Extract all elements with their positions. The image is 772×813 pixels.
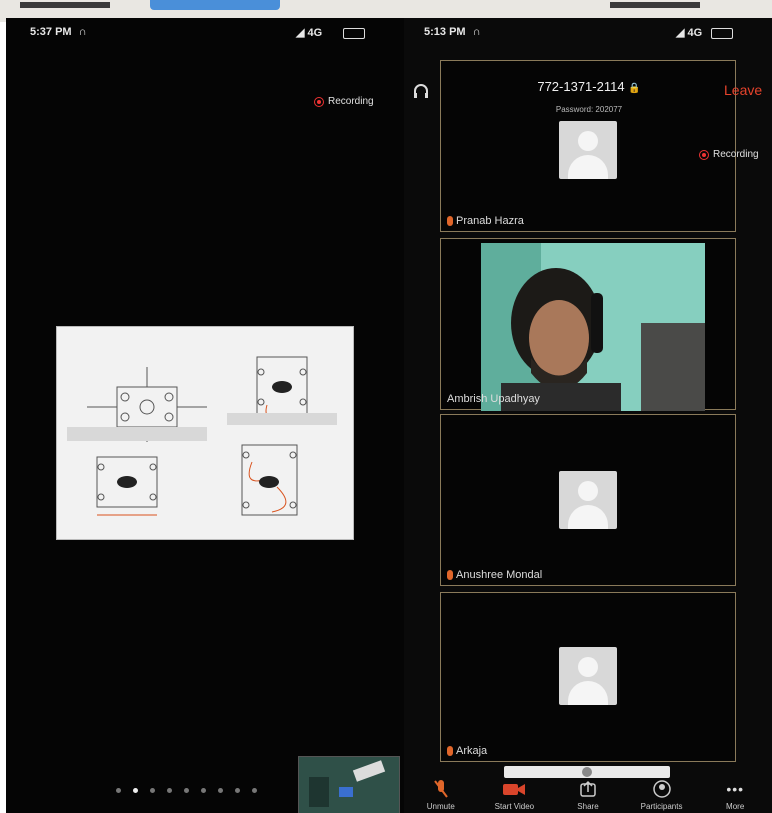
- muted-mic-icon: [447, 570, 453, 580]
- self-video-image: [299, 757, 399, 813]
- participant-name-text: Pranab Hazra: [456, 215, 524, 227]
- left-phone-screen: 5:37 PM ∩ ◢ 4G Recording: [6, 18, 404, 813]
- more-label: More: [726, 802, 745, 811]
- participant-name: Ambrish Upadhyay: [447, 393, 540, 405]
- status-time: 5:13 PM: [424, 26, 466, 38]
- recording-indicator: Recording: [314, 96, 374, 107]
- status-bar: 5:37 PM ∩: [30, 26, 87, 38]
- status-bar: 5:13 PM ∩: [424, 26, 481, 38]
- status-time: 5:37 PM: [30, 26, 72, 38]
- participant-name: Pranab Hazra: [447, 215, 524, 227]
- headphone-icon: ∩: [472, 26, 481, 38]
- muted-mic-icon: [447, 746, 453, 756]
- meeting-id-text: 772-1371-2114: [537, 79, 625, 94]
- recording-label: Recording: [328, 96, 374, 107]
- participant-tile[interactable]: 772-1371-2114 🔒 Password: 202077 Recordi…: [440, 60, 759, 232]
- recording-icon: [314, 96, 324, 107]
- video-off-icon: [502, 779, 526, 799]
- leave-button[interactable]: Leave: [724, 82, 762, 98]
- avatar-placeholder: [559, 121, 617, 179]
- unmute-button[interactable]: Unmute: [411, 779, 471, 811]
- meeting-id: 772-1371-2114 🔒: [441, 79, 737, 94]
- strip-mark: [20, 2, 110, 8]
- share-button[interactable]: Share: [558, 779, 618, 811]
- recording-indicator: Recording: [699, 149, 759, 160]
- signal-icon: ◢: [296, 27, 305, 39]
- meeting-toolbar: Unmute Start Video Share Participants ••…: [404, 770, 772, 813]
- share-label: Share: [577, 802, 599, 811]
- participant-name-text: Anushree Mondal: [456, 569, 543, 581]
- shared-screen-slide: [56, 326, 354, 540]
- muted-mic-icon: [433, 779, 448, 799]
- unmute-label: Unmute: [426, 802, 455, 811]
- page-dot[interactable]: [252, 788, 257, 793]
- page-dot[interactable]: [150, 788, 155, 793]
- muted-mic-icon: [447, 216, 453, 226]
- page-dot[interactable]: [235, 788, 240, 793]
- recording-icon: [699, 149, 709, 160]
- lock-icon: 🔒: [628, 83, 641, 94]
- participant-video-image: [481, 243, 705, 411]
- page-dot[interactable]: [218, 788, 223, 793]
- page-dot[interactable]: [184, 788, 189, 793]
- participant-tile[interactable]: Arkaja: [440, 592, 736, 762]
- page-dot[interactable]: [201, 788, 206, 793]
- recording-label: Recording: [713, 149, 759, 160]
- self-video-thumbnail[interactable]: [298, 756, 400, 813]
- page-indicator[interactable]: [116, 788, 257, 793]
- page-dot-active[interactable]: [133, 788, 138, 793]
- strip-mark: [610, 2, 700, 8]
- participant-tile[interactable]: Anushree Mondal: [440, 414, 736, 586]
- more-icon: •••: [726, 781, 745, 797]
- start-video-button[interactable]: Start Video: [484, 779, 544, 811]
- avatar-placeholder: [559, 647, 617, 705]
- participants-label: Participants: [640, 802, 683, 811]
- share-icon: [579, 779, 597, 799]
- audio-headphone-icon[interactable]: [412, 82, 430, 100]
- participant-name: Anushree Mondal: [447, 569, 542, 581]
- battery-icon: [343, 27, 366, 39]
- network-type: 4G: [307, 27, 323, 39]
- avatar-placeholder: [559, 471, 617, 529]
- headphone-icon: ∩: [78, 26, 87, 38]
- right-phone-screen: 5:13 PM ∩ ◢ 4G 772-1371-2114 🔒 Password:…: [404, 18, 772, 813]
- participant-name: Arkaja: [447, 745, 487, 757]
- participant-tile-video[interactable]: Ambrish Upadhyay: [440, 238, 736, 411]
- participants-icon: [652, 779, 672, 799]
- meeting-password: Password: 202077: [555, 105, 623, 114]
- signal-icon: ◢: [676, 27, 685, 39]
- participants-button[interactable]: Participants: [632, 779, 692, 811]
- participant-name-text: Arkaja: [456, 745, 488, 757]
- battery-icon: [711, 27, 734, 39]
- more-button[interactable]: ••• More: [705, 779, 765, 811]
- participant-name-text: Ambrish Upadhyay: [447, 393, 540, 405]
- start-video-label: Start Video: [494, 802, 535, 811]
- network-type: 4G: [687, 27, 703, 39]
- page-dot[interactable]: [116, 788, 121, 793]
- status-indicators: ◢ 4G: [676, 26, 734, 39]
- status-indicators: ◢ 4G: [296, 26, 366, 39]
- participant-video: [481, 243, 705, 411]
- page-dot[interactable]: [167, 788, 172, 793]
- strip-blue-mark: [150, 0, 280, 10]
- circuit-diagrams: [67, 356, 337, 516]
